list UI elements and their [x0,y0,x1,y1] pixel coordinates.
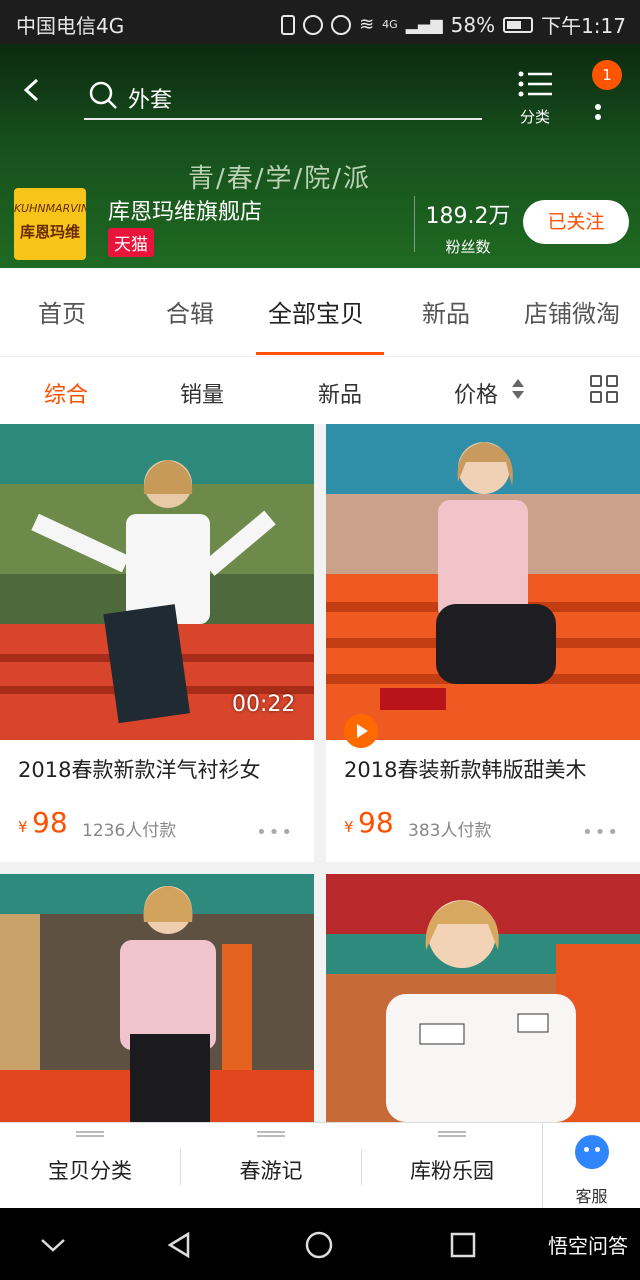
signal-icon: ▂▄▆ [405,15,443,34]
shop-logo[interactable]: KUHNMARVIN 库恩玛维 [14,188,86,260]
alarm-icon [303,14,324,35]
recents-square-icon[interactable] [448,1230,478,1260]
chevron-down-icon[interactable] [38,1230,68,1260]
list-icon [518,71,552,97]
video-duration: 00:22 [232,692,296,717]
category-button[interactable]: 分类 [512,70,558,130]
fans-count: 189.2万 [425,204,511,229]
currency-symbol: ¥ [344,818,354,836]
sold-count: 383人付款 [408,821,492,841]
nav-item-spring-outing[interactable]: 春游记 [181,1123,361,1209]
divider [414,196,415,252]
product-card[interactable]: 00:22 2018春款新款洋气衬衫女 ¥ 98 1236人付款 ••• [0,424,314,862]
product-title: 2018春装新款韩版甜美木 [344,758,587,782]
product-image [326,424,640,740]
sort-price[interactable]: 价格 [454,377,498,409]
product-card[interactable]: 2018春装新款韩版甜美木 ¥ 98 383人付款 ••• [326,424,640,862]
eye-icon [331,14,352,35]
chat-face-icon [575,1135,609,1169]
sort-arrows-icon [512,379,524,399]
more-dots-icon[interactable]: ••• [256,822,294,843]
more-dot [595,104,601,110]
product-price: 98 [32,806,68,839]
drag-handle-icon [76,1131,104,1137]
back-arrow-icon[interactable] [20,78,44,102]
tab-shop-feed[interactable]: 店铺微淘 [524,294,620,329]
customer-service-button[interactable]: 客服 [542,1123,640,1209]
more-dots-icon[interactable]: ••• [582,822,620,843]
product-price: 98 [358,806,394,839]
tmall-badge: 天猫 [108,228,154,257]
shop-slogan: 青/春/学/院/派 [188,164,372,194]
shop-name[interactable]: 库恩玛维旗舰店 [108,194,262,226]
home-circle-icon[interactable] [304,1230,334,1260]
status-bar: 中国电信4G ≋ 4G ▂▄▆ 58% 下午1:17 [0,0,640,44]
shop-bottom-nav: 宝贝分类 春游记 库粉乐园 客服 [0,1122,640,1209]
customer-service-label: 客服 [575,1187,608,1206]
product-title: 2018春款新款洋气衬衫女 [18,758,261,782]
shop-logo-en: KUHNMARVIN [14,202,86,215]
fans-stat: 189.2万 粉丝数 [420,198,516,257]
shop-logo-cn: 库恩玛维 [19,223,80,241]
notification-badge: 1 [592,60,622,90]
grid-view-icon[interactable] [590,375,620,405]
sort-bar: 综合 销量 新品 价格 [0,356,640,424]
tab-new[interactable]: 新品 [422,294,470,329]
active-tab-indicator [256,352,384,355]
search-icon [89,81,117,109]
watermark: 悟空问答 [548,1234,628,1258]
nav-item-fan-park[interactable]: 库粉乐园 [362,1123,542,1209]
fans-label: 粉丝数 [445,238,491,256]
sold-count: 1236人付款 [82,821,177,841]
tab-all-items[interactable]: 全部宝贝 [268,294,364,329]
category-label: 分类 [519,108,550,126]
search-query: 外套 [128,88,173,113]
shop-header: 外套 分类 1 青/春/学/院/派 KUHNMARVIN 库恩玛维 库恩玛维旗舰… [0,44,640,268]
battery-icon [503,16,534,33]
carrier-label: 中国电信4G [16,14,125,38]
nav-item-label: 春游记 [239,1159,303,1183]
shop-tabs: 首页 合辑 全部宝贝 新品 店铺微淘 [0,268,640,356]
more-dot [595,114,601,120]
nav-item-label: 宝贝分类 [48,1159,132,1183]
follow-button[interactable]: 已关注 [523,200,629,244]
tab-collections[interactable]: 合辑 [166,294,214,329]
sort-overall[interactable]: 综合 [44,377,88,409]
product-card[interactable] [0,874,314,1122]
nav-item-categories[interactable]: 宝贝分类 [0,1123,180,1209]
sort-new[interactable]: 新品 [318,377,362,409]
clock: 下午1:17 [541,14,626,38]
status-icons: ≋ 4G ▂▄▆ 58% 下午1:17 [281,10,626,39]
currency-symbol: ¥ [18,818,28,836]
battery-percent: 58% [450,12,496,37]
drag-handle-icon [257,1131,285,1137]
signal-label: 4G [382,18,398,31]
product-image [326,874,640,1122]
system-nav-bar: 悟空问答 [0,1208,640,1280]
product-image [0,874,314,1122]
back-triangle-icon[interactable] [164,1230,194,1260]
drag-handle-icon [438,1131,466,1137]
vibrate-icon [281,14,296,35]
search-bar[interactable]: 外套 [84,74,482,120]
nav-item-label: 库粉乐园 [410,1159,494,1183]
tab-home[interactable]: 首页 [38,294,86,329]
wifi-icon: ≋ [359,14,375,35]
video-play-icon[interactable] [344,714,378,748]
sort-sales[interactable]: 销量 [180,377,224,409]
product-card[interactable] [326,874,640,1122]
